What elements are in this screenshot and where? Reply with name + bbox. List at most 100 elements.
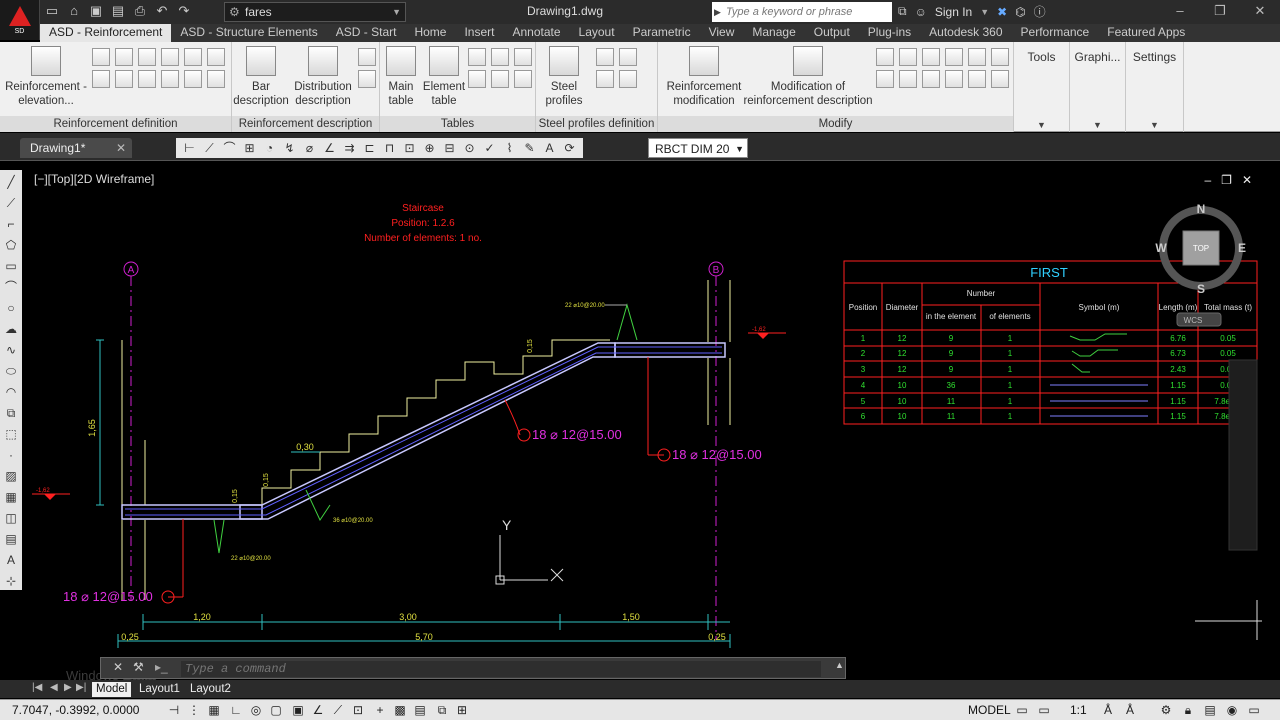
modification-description-button[interactable]: Modification of reinforcement descriptio… <box>742 46 874 108</box>
jogged-icon[interactable]: ↯ <box>282 141 297 156</box>
insert-block-icon[interactable]: ⧉ <box>3 405 19 421</box>
tab-view[interactable]: View <box>700 24 744 42</box>
ortho-icon[interactable]: ∟ <box>228 702 244 718</box>
modify-tool-5-icon[interactable] <box>968 48 986 66</box>
undo-icon[interactable]: ↶ <box>154 3 170 19</box>
modify-tool-12-icon[interactable] <box>991 70 1009 88</box>
lock-icon[interactable]: 🔒︎ <box>1180 702 1196 718</box>
modify-tool-7-icon[interactable] <box>876 70 894 88</box>
arc-icon[interactable]: ⌒ <box>3 279 19 295</box>
line-icon[interactable]: ╱ <box>3 174 19 190</box>
ellipse-arc-icon[interactable]: ◠ <box>3 384 19 400</box>
close-icon[interactable]: ✕ <box>1242 173 1252 187</box>
minimize-icon[interactable]: – <box>1160 0 1200 24</box>
modify-tool-1-icon[interactable] <box>876 48 894 66</box>
gradient-icon[interactable]: ▦ <box>3 489 19 505</box>
command-history-icon[interactable]: ▲ <box>835 660 844 670</box>
search-input[interactable]: ▶ Type a keyword or phrase <box>712 2 892 22</box>
region-icon[interactable]: ◫ <box>3 510 19 526</box>
settings-panel[interactable]: Settings ▼ <box>1126 42 1184 132</box>
tab-layout1[interactable]: Layout1 <box>135 682 184 697</box>
dyn-icon[interactable]: ⊡ <box>350 702 366 718</box>
ordinate-icon[interactable]: ⊞ <box>242 141 257 156</box>
steel-profiles-button[interactable]: Steel profiles <box>540 46 588 108</box>
horizontal-scrollbar[interactable] <box>848 682 1268 696</box>
arc-length-icon[interactable]: ⌒ <box>222 141 237 156</box>
modify-tool-10-icon[interactable] <box>945 70 963 88</box>
selection-cycling-icon[interactable]: ⧉ <box>434 702 450 718</box>
edit-dim-icon[interactable]: ✎ <box>522 141 537 156</box>
steel-tool-4-icon[interactable] <box>619 70 637 88</box>
tab-manage[interactable]: Manage <box>743 24 804 42</box>
transparency-icon[interactable]: ▩ <box>392 702 408 718</box>
ducs-icon[interactable]: ⟋ <box>330 702 346 718</box>
last-layout-icon[interactable]: ▶| <box>76 682 86 693</box>
auto-scale-icon[interactable]: Å <box>1122 702 1138 718</box>
spline-icon[interactable]: ∿ <box>3 342 19 358</box>
quick-view-layouts-icon[interactable]: ▭ <box>1014 702 1030 718</box>
opening-icon[interactable] <box>92 70 110 88</box>
close-icon[interactable]: ✕ <box>113 660 123 674</box>
save-icon[interactable]: ▣ <box>88 3 104 19</box>
chevron-down-icon[interactable]: ▼ <box>980 7 989 17</box>
spread-footing-icon[interactable] <box>138 48 156 66</box>
infer-icon[interactable]: ⊣ <box>166 702 182 718</box>
restore-icon[interactable]: ❐ <box>1200 0 1240 24</box>
element-table-button[interactable]: Element table <box>422 46 466 108</box>
jog-line-icon[interactable]: ⌇ <box>502 141 517 156</box>
arrow-tool-icon[interactable] <box>358 70 376 88</box>
add-selected-icon[interactable]: ⊹ <box>3 573 19 589</box>
steel-tool-2-icon[interactable] <box>619 48 637 66</box>
osnap-icon[interactable]: ▢ <box>268 702 284 718</box>
column-icon[interactable] <box>115 48 133 66</box>
model-space-button[interactable]: MODEL <box>968 703 1011 717</box>
isolate-objects-icon[interactable]: ◉ <box>1224 702 1240 718</box>
prev-layout-icon[interactable]: ◀ <box>50 682 58 693</box>
circle-icon[interactable]: ○ <box>3 300 19 316</box>
modify-tool-2-icon[interactable] <box>899 48 917 66</box>
tab-home[interactable]: Home <box>405 24 455 42</box>
tab-performance[interactable]: Performance <box>1012 24 1099 42</box>
graphics-panel[interactable]: Graphi... ▼ <box>1070 42 1126 132</box>
tab-model[interactable]: Model <box>92 682 132 697</box>
tab-asd-reinforcement[interactable]: ASD - Reinforcement <box>40 24 172 42</box>
grid-icon[interactable]: ▦ <box>206 702 222 718</box>
help-icon[interactable]: ⓘ <box>1034 3 1046 20</box>
radius-icon[interactable]: ◔ <box>262 141 277 156</box>
workspace-selector[interactable]: ⚙ fares ▼ <box>224 2 406 22</box>
tab-parametric[interactable]: Parametric <box>624 24 700 42</box>
otrack-icon[interactable]: ∠ <box>310 702 326 718</box>
pile-cap-icon[interactable] <box>138 70 156 88</box>
table-tool-6-icon[interactable] <box>514 70 532 88</box>
angular-icon[interactable]: ∠ <box>322 141 337 156</box>
new-file-icon[interactable]: ▭ <box>44 3 60 19</box>
application-menu-button[interactable]: SD <box>0 0 40 40</box>
rectangle-icon[interactable]: ▭ <box>3 258 19 274</box>
dim-style-dropdown[interactable]: RBCT DIM 20 ▼ <box>648 138 748 158</box>
mesh-icon[interactable] <box>207 70 225 88</box>
navigation-bar[interactable] <box>1228 359 1258 551</box>
center-mark-icon[interactable]: ⊕ <box>422 141 437 156</box>
polar-icon[interactable]: ◎ <box>248 702 264 718</box>
polyline-icon[interactable]: ⌐ <box>3 216 19 232</box>
quick-dim-icon[interactable]: ⇉ <box>342 141 357 156</box>
quick-view-drawings-icon[interactable]: ▭ <box>1036 702 1052 718</box>
command-input[interactable] <box>181 661 821 677</box>
check-icon[interactable]: ✓ <box>482 141 497 156</box>
wrench-icon[interactable]: ⚒ <box>133 660 144 674</box>
save-as-icon[interactable]: ▤ <box>110 3 126 19</box>
tab-autodesk-360[interactable]: Autodesk 360 <box>920 24 1011 42</box>
tab-layout[interactable]: Layout <box>570 24 624 42</box>
main-table-button[interactable]: Main table <box>380 46 422 108</box>
tab-output[interactable]: Output <box>805 24 859 42</box>
mtext-icon[interactable]: A <box>3 552 19 568</box>
inspect-icon[interactable]: ⊟ <box>442 141 457 156</box>
table-tool-4-icon[interactable] <box>468 70 486 88</box>
annotation-visibility-icon[interactable]: Å <box>1100 702 1116 718</box>
table-tool-1-icon[interactable] <box>468 48 486 66</box>
aligned-dim-icon[interactable]: ⟋ <box>202 141 217 156</box>
tolerance-icon[interactable]: ⊡ <box>402 141 417 156</box>
viewport-controls-label[interactable]: [−][Top][2D Wireframe] <box>34 172 154 186</box>
bars-icon[interactable] <box>184 70 202 88</box>
slab-icon[interactable] <box>184 48 202 66</box>
